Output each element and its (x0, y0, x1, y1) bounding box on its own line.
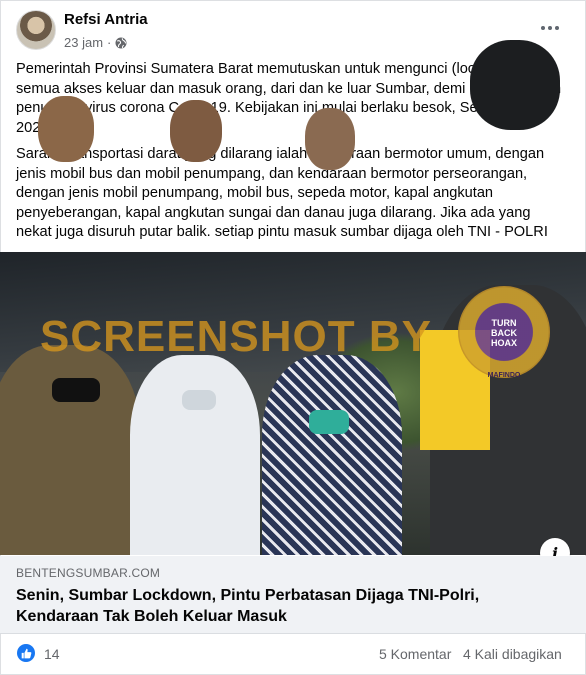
link-preview[interactable]: BENTENGSUMBAR.COM Senin, Sumbar Lockdown… (0, 556, 586, 634)
post-paragraph: Sarana transportasi darat yang dilarang … (16, 146, 548, 240)
seal-center-text: TURN BACK HOAX (490, 318, 517, 348)
black-face-mask (52, 378, 100, 402)
globe-icon[interactable] (115, 37, 127, 49)
share-count[interactable]: 4 Kali dibagikan (463, 646, 562, 662)
link-domain: BENTENGSUMBAR.COM (16, 566, 161, 580)
meta-separator: · (107, 35, 112, 50)
comment-count[interactable]: 5 Komentar (379, 646, 451, 662)
man-head (305, 108, 355, 170)
author-avatar[interactable] (16, 10, 56, 50)
officer-uniform (0, 345, 140, 555)
link-title: Senin, Sumbar Lockdown, Pintu Perbatasan… (16, 587, 480, 625)
seal-ring-text: MAFINDO (487, 372, 521, 379)
man-batik-shirt (262, 355, 402, 555)
green-face-mask (309, 410, 349, 434)
officer-head (38, 96, 94, 162)
like-icon[interactable] (17, 644, 35, 662)
police-helmet (470, 40, 560, 130)
post-timestamp[interactable]: 23 jam (64, 35, 103, 50)
more-options-icon[interactable] (536, 16, 564, 40)
official-white-uniform (130, 355, 260, 555)
surgical-mask (182, 390, 216, 410)
reaction-count[interactable]: 14 (44, 646, 60, 662)
post-footer: 14 5 Komentar 4 Kali dibagikan (0, 634, 586, 675)
official-head (170, 100, 222, 162)
post-meta: 23 jam · (64, 35, 127, 50)
author-name[interactable]: Refsi Antria (64, 11, 148, 28)
